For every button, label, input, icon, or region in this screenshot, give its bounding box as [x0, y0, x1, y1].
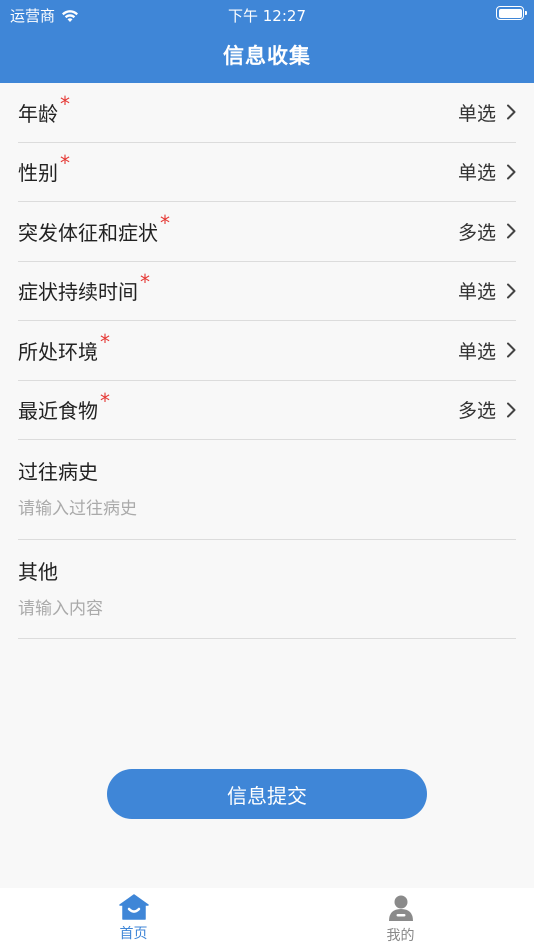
chevron-right-icon	[507, 223, 516, 239]
required-mark: *	[140, 270, 150, 295]
tab-label: 首页	[119, 926, 148, 942]
row-label: 其他	[18, 559, 58, 584]
row-value: 单选	[457, 162, 496, 185]
required-mark: *	[60, 151, 70, 176]
row-label: 性别	[18, 161, 58, 186]
row-value: 多选	[457, 221, 496, 244]
chevron-right-icon	[507, 402, 516, 418]
chevron-right-icon	[507, 342, 516, 358]
required-mark: *	[160, 210, 170, 235]
form-row-environment[interactable]: 所处环境 * 单选	[18, 321, 516, 381]
form-row-duration[interactable]: 症状持续时间 * 单选	[18, 262, 516, 321]
app-screen: 运营商 下午 12:27 信息收集 年龄 * 单选 性别 * 单选 突发体征和症…	[0, 0, 534, 950]
battery-icon	[496, 6, 527, 20]
form-row-other: 其他	[18, 540, 516, 639]
row-value: 多选	[457, 400, 496, 423]
chevron-right-icon	[507, 104, 516, 120]
chevron-right-icon	[507, 283, 516, 299]
other-input[interactable]	[18, 598, 516, 619]
row-value: 单选	[457, 102, 496, 125]
medical-history-input[interactable]	[18, 499, 516, 519]
row-label: 突发体征和症状	[18, 220, 158, 245]
row-label: 年龄	[18, 101, 58, 126]
status-time: 下午 12:27	[228, 7, 306, 25]
required-mark: *	[100, 329, 110, 354]
required-mark: *	[100, 389, 110, 414]
home-icon	[118, 894, 149, 920]
tab-label: 我的	[386, 928, 415, 944]
tab-home[interactable]: 首页	[0, 888, 267, 950]
info-form: 年龄 * 单选 性别 * 单选 突发体征和症状 * 多选 症状持续时间 * 单选…	[18, 83, 516, 639]
status-bar: 运营商 下午 12:27	[0, 0, 534, 28]
form-row-recent-food[interactable]: 最近食物 * 多选	[18, 381, 516, 440]
row-value: 单选	[457, 340, 496, 363]
form-row-medical-history: 过往病史	[18, 440, 516, 540]
tab-mine[interactable]: 我的	[267, 888, 534, 950]
form-row-gender[interactable]: 性别 * 单选	[18, 143, 516, 202]
row-label: 最近食物	[18, 399, 98, 424]
form-row-symptoms[interactable]: 突发体征和症状 * 多选	[18, 202, 516, 262]
row-value: 单选	[457, 281, 496, 304]
header: 运营商 下午 12:27 信息收集	[0, 0, 534, 83]
row-label: 症状持续时间	[18, 280, 138, 305]
row-label: 所处环境	[18, 339, 98, 364]
page-title: 信息收集	[223, 44, 311, 68]
submit-button[interactable]: 信息提交	[107, 769, 427, 819]
chevron-right-icon	[507, 164, 516, 180]
row-label: 过往病史	[18, 460, 98, 484]
tab-bar: 首页 我的	[0, 888, 534, 950]
user-icon	[388, 895, 413, 921]
form-row-age[interactable]: 年龄 * 单选	[18, 83, 516, 143]
required-mark: *	[60, 91, 70, 116]
